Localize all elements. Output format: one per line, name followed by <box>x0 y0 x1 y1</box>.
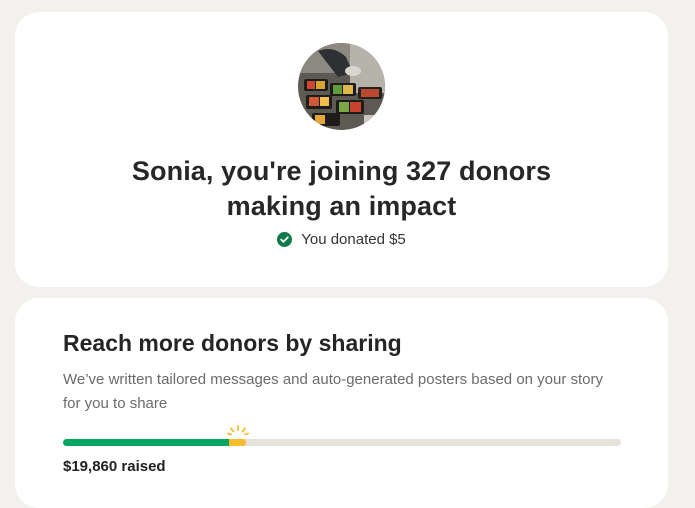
donor-count-headline: Sonia, you're joining 327 donors making … <box>15 154 668 224</box>
share-description: We’ve written tailored messages and auto… <box>63 371 604 412</box>
headline-line-1: Sonia, you're joining 327 donors <box>131 156 552 186</box>
donated-amount-text: You donated $5 <box>301 231 406 248</box>
headline-line-2: making an impact <box>226 191 457 221</box>
sparkle-icon <box>226 425 249 436</box>
share-title: Reach more donors by sharing <box>63 330 402 356</box>
donation-confirmation-card: Sonia, you're joining 327 donors making … <box>15 12 668 287</box>
share-card: Reach more donors by sharing We’ve writt… <box>15 298 668 508</box>
amount-raised: $19,860 raised <box>63 458 166 475</box>
progress-new-donation <box>229 439 246 446</box>
donation-status: You donated $5 <box>15 231 668 248</box>
progress-raised-fill <box>63 439 229 446</box>
check-circle-icon <box>277 232 293 247</box>
fundraising-progress-bar <box>63 425 621 446</box>
fundraiser-photo <box>298 43 385 130</box>
